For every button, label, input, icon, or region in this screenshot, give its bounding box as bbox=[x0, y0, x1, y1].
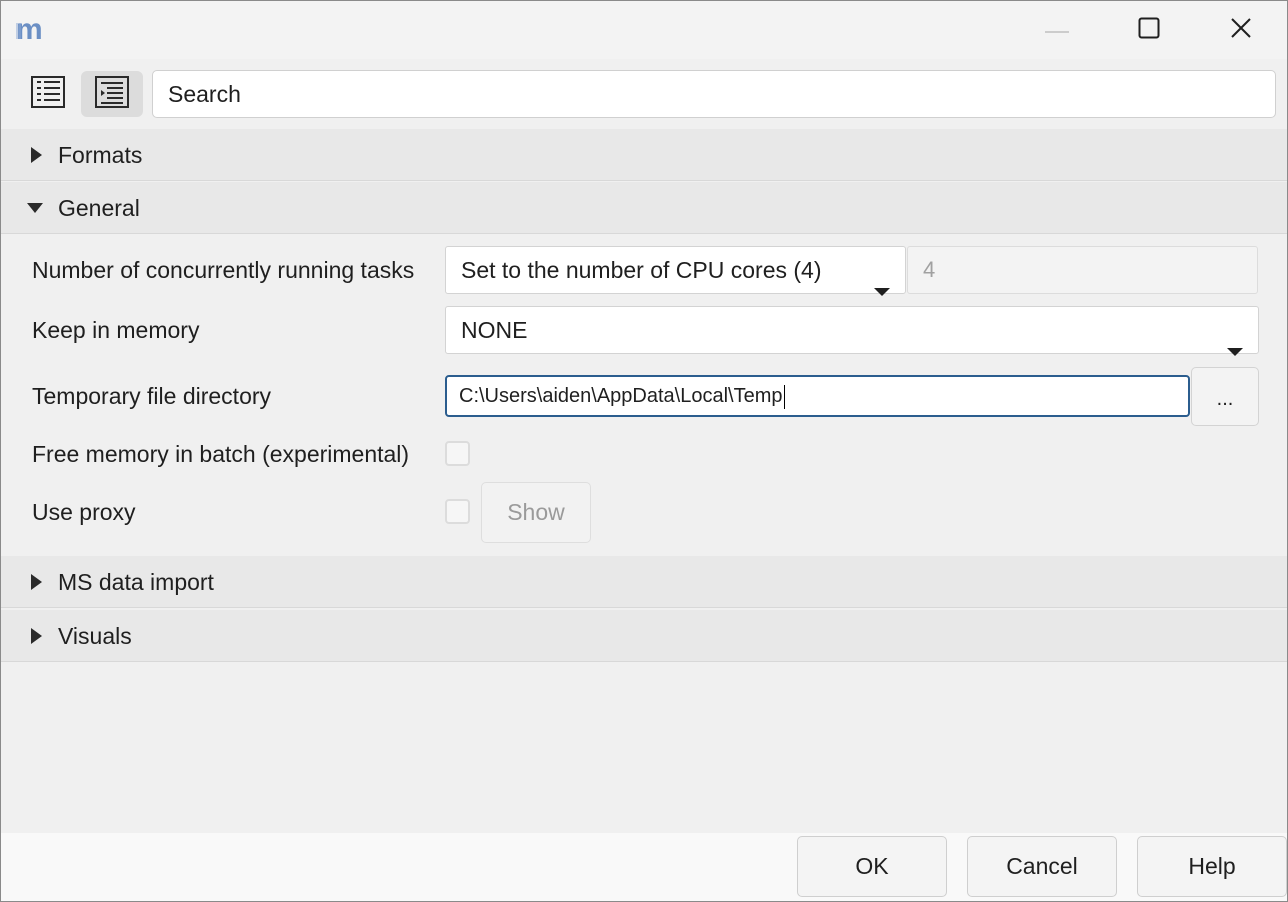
section-formats-label: Formats bbox=[58, 142, 143, 168]
keep-in-memory-selected: NONE bbox=[461, 317, 528, 343]
empty-area bbox=[1, 663, 1287, 833]
expand-triangle-icon bbox=[29, 146, 45, 164]
temp-dir-value: C:\Users\aiden\AppData\Local\Temp bbox=[459, 385, 783, 407]
ok-button[interactable]: OK bbox=[797, 836, 947, 897]
section-formats[interactable]: Formats bbox=[1, 129, 1287, 181]
concurrent-tasks-value: 4 bbox=[907, 246, 1258, 294]
close-icon bbox=[1230, 17, 1252, 44]
cancel-button[interactable]: Cancel bbox=[967, 836, 1117, 897]
show-proxy-button[interactable]: Show bbox=[481, 482, 591, 543]
concurrent-tasks-label: Number of concurrently running tasks bbox=[32, 257, 415, 283]
search-input[interactable]: Search bbox=[152, 70, 1276, 118]
chevron-down-icon bbox=[1226, 326, 1244, 356]
section-ms-data-import-label: MS data import bbox=[58, 569, 214, 595]
expand-triangle-icon bbox=[29, 627, 45, 645]
indented-list-icon bbox=[95, 75, 129, 113]
temp-dir-label: Temporary file directory bbox=[32, 383, 272, 409]
section-visuals[interactable]: Visuals bbox=[1, 610, 1287, 662]
temp-dir-input[interactable]: C:\Users\aiden\AppData\Local\Temp bbox=[445, 375, 1190, 417]
collapse-triangle-icon bbox=[26, 201, 43, 219]
maximize-button[interactable] bbox=[1103, 1, 1195, 59]
browse-button[interactable]: ... bbox=[1191, 367, 1259, 426]
help-button[interactable]: Help bbox=[1137, 836, 1287, 897]
maximize-icon bbox=[1138, 17, 1160, 44]
free-memory-label: Free memory in batch (experimental) bbox=[32, 441, 410, 467]
keep-in-memory-label: Keep in memory bbox=[32, 317, 200, 343]
general-settings-panel: Number of concurrently running tasks Set… bbox=[1, 235, 1287, 553]
title-bar: m bbox=[1, 1, 1287, 59]
list-view-icon bbox=[31, 75, 65, 113]
section-general-label: General bbox=[58, 195, 140, 221]
dialog-footer: OK Cancel Help bbox=[1, 833, 1287, 901]
indented-list-button[interactable] bbox=[81, 71, 143, 117]
minimize-icon bbox=[1045, 21, 1069, 39]
toolbar: Search bbox=[1, 59, 1287, 129]
keep-in-memory-select[interactable]: NONE bbox=[445, 306, 1259, 356]
concurrent-tasks-select[interactable]: Set to the number of CPU cores (4) bbox=[445, 246, 906, 296]
close-button[interactable] bbox=[1195, 1, 1287, 59]
minimize-button[interactable] bbox=[1011, 1, 1103, 59]
text-cursor bbox=[783, 384, 785, 409]
section-general[interactable]: General bbox=[1, 182, 1287, 234]
use-proxy-label: Use proxy bbox=[32, 499, 136, 525]
app-logo-icon: m bbox=[15, 13, 51, 46]
list-view-button[interactable] bbox=[17, 71, 79, 117]
chevron-down-icon bbox=[873, 266, 891, 296]
use-proxy-checkbox[interactable] bbox=[445, 499, 470, 524]
concurrent-tasks-selected: Set to the number of CPU cores (4) bbox=[461, 257, 822, 283]
section-ms-data-import[interactable]: MS data import bbox=[1, 556, 1287, 608]
preferences-window: m Search Formats General Number of concu… bbox=[0, 0, 1288, 902]
free-memory-checkbox[interactable] bbox=[445, 441, 470, 466]
expand-triangle-icon bbox=[29, 573, 45, 591]
section-visuals-label: Visuals bbox=[58, 623, 132, 649]
